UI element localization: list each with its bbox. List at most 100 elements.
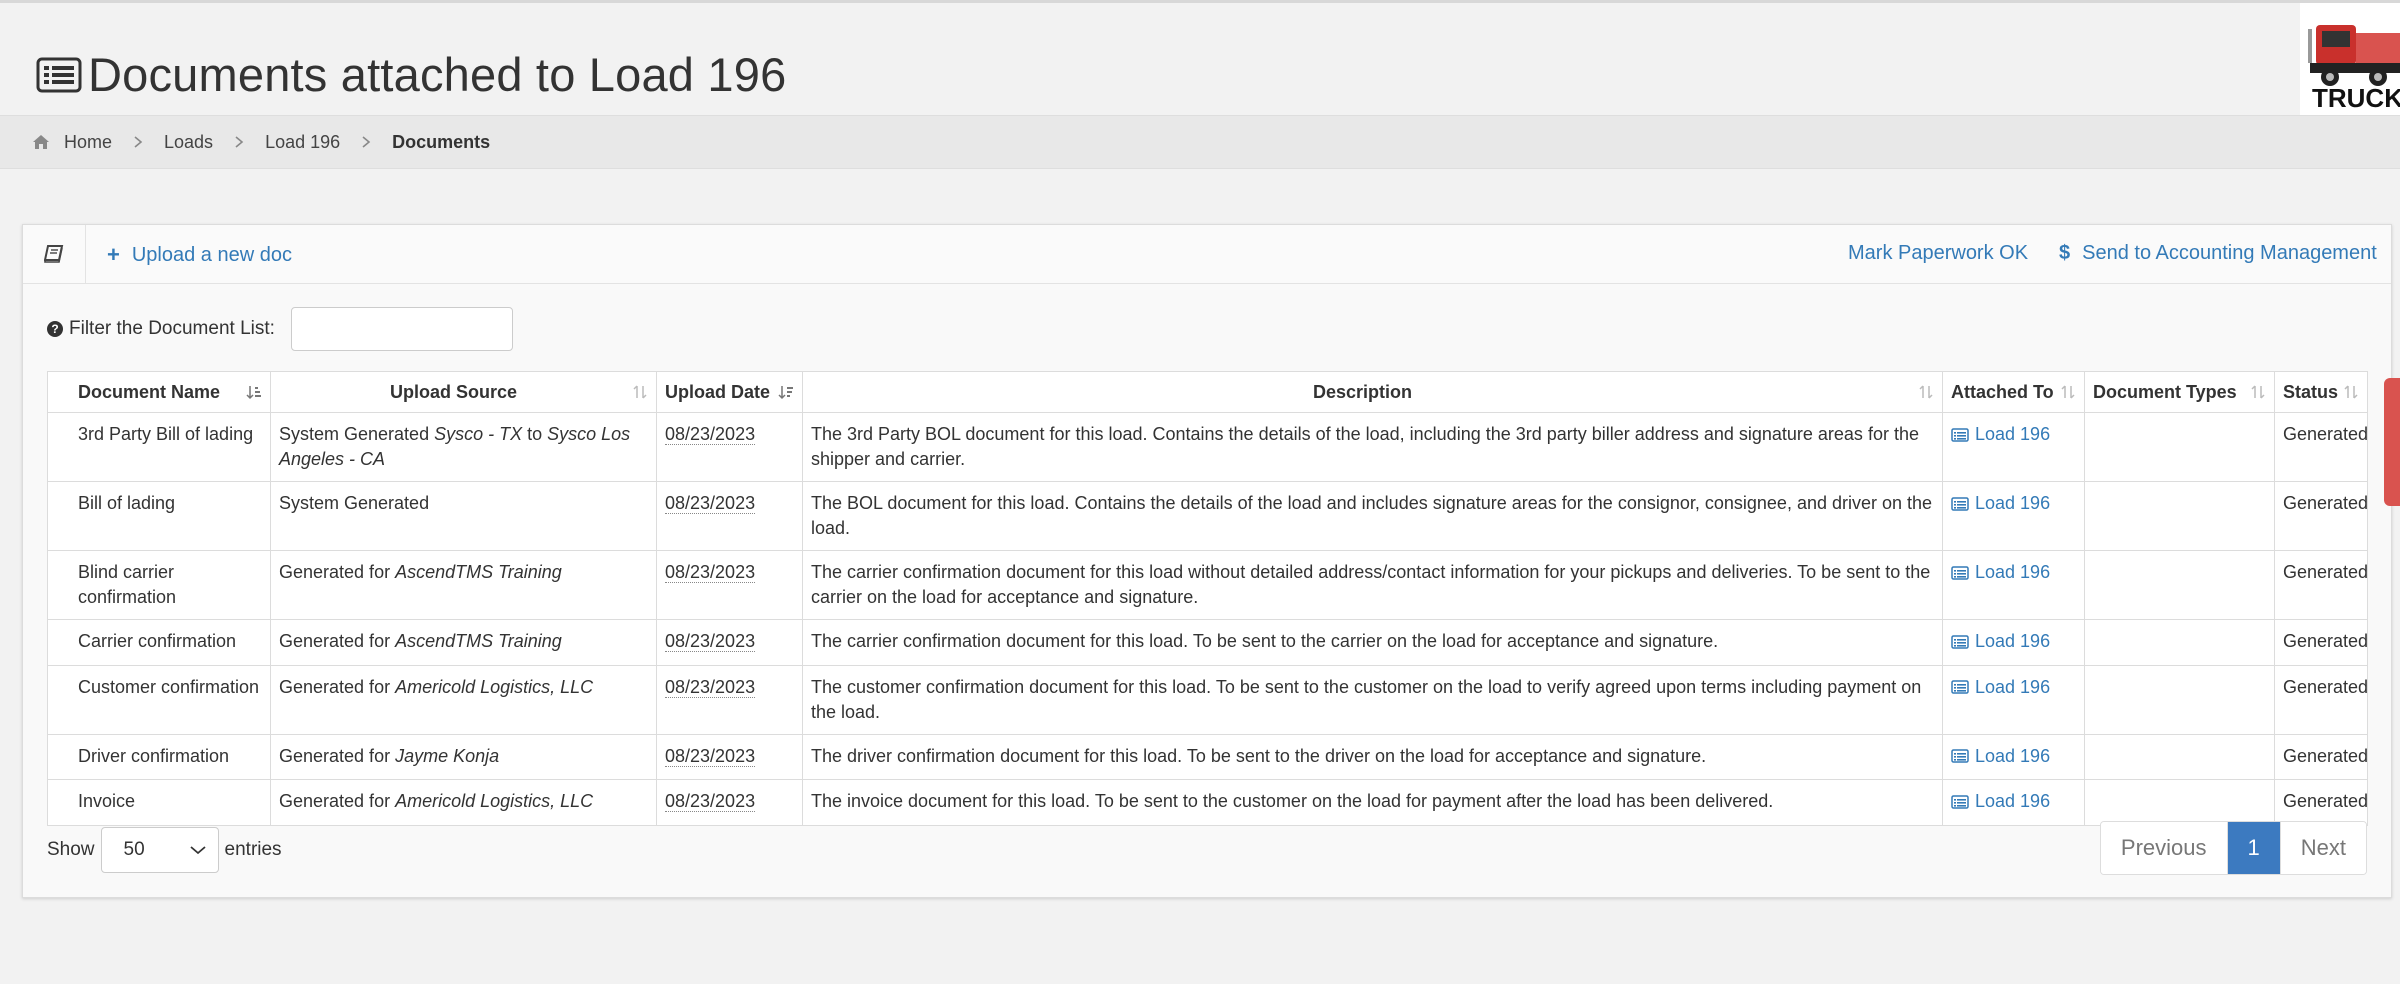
cell-attached-to: Load 196 [1942,779,2085,826]
cell-document-types [2084,779,2275,826]
attached-load-link[interactable]: Load 196 [1951,560,2050,585]
upload-new-doc-link[interactable]: + Upload a new doc [107,242,292,268]
pagination-previous[interactable]: Previous [2100,822,2228,874]
mark-paperwork-ok-link[interactable]: Mark Paperwork OK [1848,242,2028,265]
cell-upload-source: Generated for AscendTMS Training [270,550,657,620]
documents-panel: + Upload a new doc Mark Paperwork OK $ S… [22,224,2392,898]
breadcrumb-load-196[interactable]: Load 196 [265,132,340,153]
page-title: Documents attached to Load 196 [88,48,787,101]
cell-upload-date: 08/23/2023 [656,779,803,826]
cell-attached-to: Load 196 [1942,412,2085,482]
header-attached-to[interactable]: Attached To [1942,371,2085,413]
table-row: 3rd Party Bill of lading System Generated… [47,412,2368,482]
book-icon [44,245,64,263]
pagination-page-1[interactable]: 1 [2227,822,2280,874]
list-alt-icon [36,57,82,92]
table-row: Driver confirmation Generated for Jayme K… [47,733,2368,780]
cell-description: The carrier confirmation document for th… [802,619,1943,666]
table-row: Customer confirmation Generated for Ameri… [47,664,2368,735]
cell-description: The 3rd Party BOL document for this load… [802,412,1943,482]
cell-status: Generated [2274,664,2368,735]
breadcrumb-loads[interactable]: Loads [164,132,213,153]
header-status[interactable]: Status [2274,371,2368,413]
chevron-right-icon [134,136,143,148]
cell-attached-to: Load 196 [1942,550,2085,620]
cell-attached-to: Load 196 [1942,619,2085,666]
cell-document-types [2084,550,2275,620]
entries-label: entries [224,839,282,860]
chevron-down-icon [189,846,206,855]
cell-document-types [2084,733,2275,780]
home-icon[interactable] [32,134,50,150]
attached-load-link[interactable]: Load 196 [1951,744,2050,769]
cell-document-name: 3rd Party Bill of lading [47,412,271,482]
dollar-icon: $ [2059,242,2071,264]
cell-document-types [2084,481,2275,551]
cell-document-name: Bill of lading [47,481,271,551]
sort-asc-icon [246,386,261,400]
header-document-types[interactable]: Document Types [2084,371,2275,413]
table-row: Carrier confirmation Generated for Ascend… [47,619,2368,666]
send-to-accounting-link[interactable]: $ Send to Accounting Management [2059,242,2377,265]
table-row: Invoice Generated for Americold Logistics… [47,779,2368,826]
cell-upload-source: System Generated [270,481,657,551]
table-row: Bill of lading System Generated 08/23/2023… [47,481,2368,551]
cell-status: Generated [2274,481,2368,551]
page-title-wrap: Documents attached to Load 196 [36,47,786,102]
cell-upload-date: 08/23/2023 [656,619,803,666]
attached-load-link[interactable]: Load 196 [1951,789,2050,814]
header-upload-source[interactable]: Upload Source [270,371,657,413]
sort-icon [2251,385,2265,399]
breadcrumb-home[interactable]: Home [64,132,112,153]
cell-upload-date: 08/23/2023 [656,733,803,780]
table-header-row: Document Name Upload Source Upload Date … [47,371,2368,413]
header-document-name[interactable]: Document Name [47,371,271,413]
company-logo[interactable]: TRUCK [2300,3,2400,115]
sort-icon [2344,385,2358,399]
list-alt-icon [1951,427,1969,442]
pagination-next[interactable]: Next [2279,822,2366,874]
cell-status: Generated [2274,412,2368,482]
chevron-right-icon [362,136,371,148]
cell-status: Generated [2274,619,2368,666]
cell-upload-source: Generated for Jayme Konja [270,733,657,780]
cell-description: The driver confirmation document for thi… [802,733,1943,780]
cell-upload-source: Generated for Americold Logistics, LLC [270,779,657,826]
cell-description: The customer confirmation document for t… [802,664,1943,735]
attached-load-link[interactable]: Load 196 [1951,629,2050,654]
breadcrumb: Home Loads Load 196 Documents [0,115,2400,169]
list-alt-icon [1951,634,1969,649]
cell-status: Generated [2274,779,2368,826]
header-upload-date[interactable]: Upload Date [656,371,803,413]
entries-select[interactable]: 50 [100,827,219,873]
list-alt-icon [1951,565,1969,580]
cell-upload-date: 08/23/2023 [656,412,803,482]
show-label: Show [47,839,95,860]
cell-document-types [2084,619,2275,666]
attached-load-link[interactable]: Load 196 [1951,675,2050,700]
help-tab[interactable] [2384,378,2400,506]
cell-upload-date: 08/23/2023 [656,664,803,735]
list-alt-icon [1951,749,1969,763]
svg-text:TRUCK: TRUCK [2312,83,2400,113]
page-length-control: Show 50 entries [47,827,282,873]
panel-toolbar: + Upload a new doc Mark Paperwork OK $ S… [23,225,2391,284]
cell-document-name: Carrier confirmation [47,619,271,666]
list-alt-icon [1951,794,1969,809]
cell-document-name: Invoice [47,779,271,826]
attached-load-link[interactable]: Load 196 [1951,422,2050,447]
cell-upload-source: Generated for Americold Logistics, LLC [270,664,657,735]
cell-upload-date: 08/23/2023 [656,481,803,551]
sort-icon [2061,385,2075,399]
cell-document-name: Driver confirmation [47,733,271,780]
cell-document-name: Blind carrier confirmation [47,550,271,620]
filter-input[interactable] [290,307,513,351]
list-alt-icon [1951,680,1969,694]
cell-attached-to: Load 196 [1942,481,2085,551]
header-description[interactable]: Description [802,371,1943,413]
plus-icon: + [107,242,120,267]
documents-table-body: 3rd Party Bill of lading System Generated… [47,412,2368,826]
cell-upload-date: 08/23/2023 [656,550,803,620]
upload-new-doc-label: Upload a new doc [131,243,292,266]
attached-load-link[interactable]: Load 196 [1951,491,2050,516]
